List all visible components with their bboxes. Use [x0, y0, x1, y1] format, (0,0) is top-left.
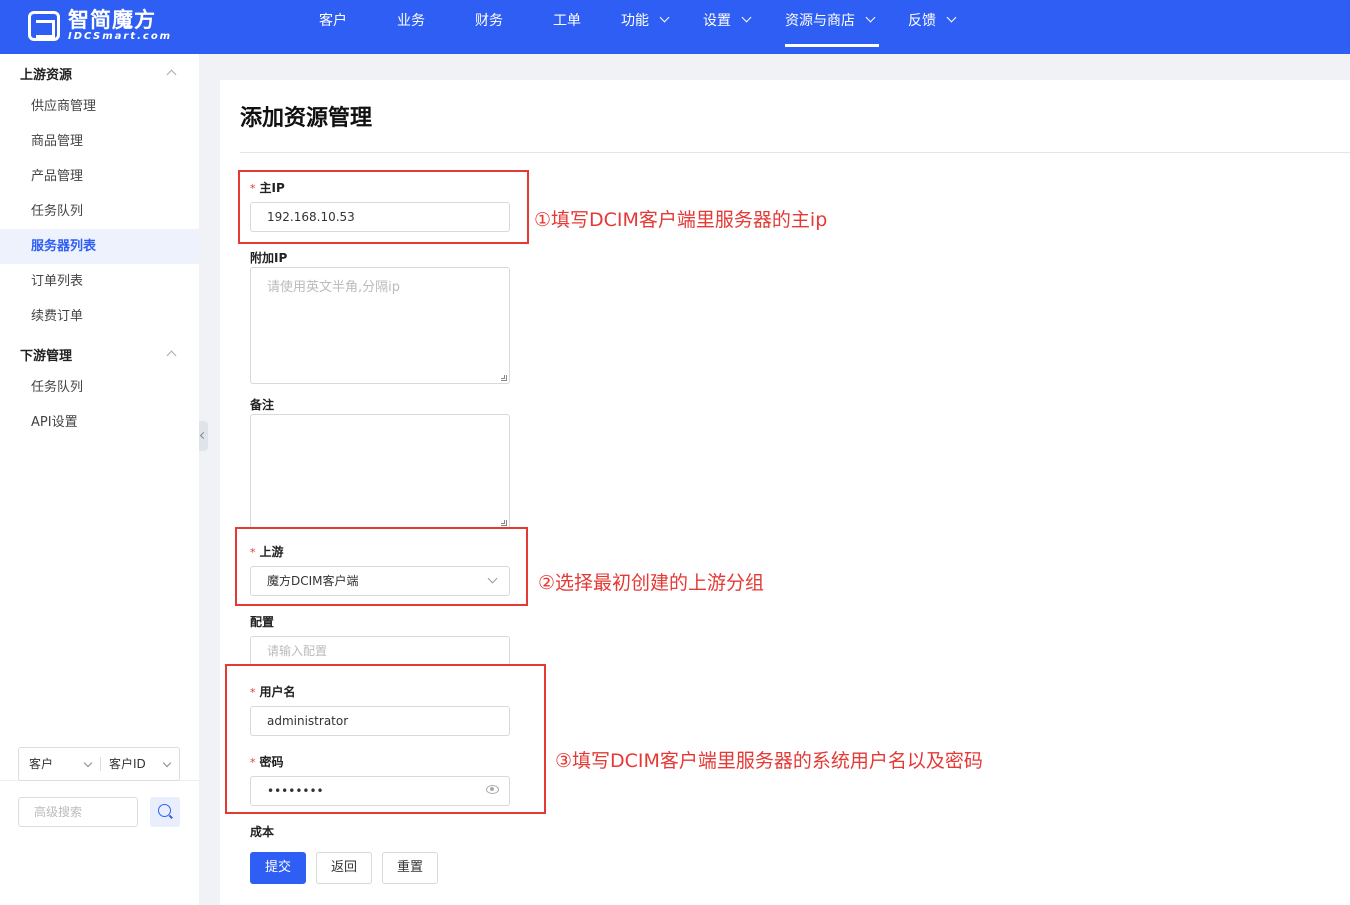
- annotation-note-3: ③填写DCIM客户端里服务器的系统用户名以及密码: [555, 750, 983, 772]
- nav-functions[interactable]: 功能: [621, 0, 670, 54]
- nav-settings[interactable]: 设置: [703, 0, 752, 54]
- sidebar-item-task-queue[interactable]: 任务队列: [0, 194, 199, 229]
- annotation-box-upstream: [235, 527, 528, 606]
- chevron-down-icon: [659, 12, 670, 23]
- resize-grip-icon[interactable]: [501, 375, 507, 381]
- nav-customers[interactable]: 客户: [319, 0, 347, 54]
- chevron-down-icon: [83, 758, 93, 768]
- chevron-up-icon[interactable]: [166, 350, 177, 361]
- sidebar-item-server-list[interactable]: 服务器列表: [0, 229, 199, 264]
- submit-button[interactable]: 提交: [250, 852, 306, 884]
- nav-business[interactable]: 业务: [397, 0, 425, 54]
- annotation-box-main-ip: [238, 170, 529, 244]
- logo-icon: [28, 11, 60, 41]
- config-input[interactable]: 请输入配置: [250, 636, 510, 666]
- sidebar-item-orders[interactable]: 订单列表: [0, 264, 199, 299]
- chevron-up-icon[interactable]: [166, 69, 177, 80]
- brand-name-en: IDCSmart.com: [68, 31, 173, 42]
- top-nav-bar: 智简魔方 IDCSmart.com 客户 业务 财务 工单 功能 设置 资源与商…: [0, 0, 1350, 54]
- sidebar-item-products[interactable]: 产品管理: [0, 159, 199, 194]
- search-field-value: 客户ID: [109, 757, 146, 771]
- chevron-down-icon: [865, 12, 876, 23]
- search-type-select[interactable]: 客户 客户ID: [18, 747, 180, 781]
- chevron-down-icon: [741, 12, 752, 23]
- brand-name-cn: 智简魔方: [68, 8, 156, 32]
- sidebar-item-downstream-task-queue[interactable]: 任务队列: [0, 370, 199, 405]
- nav-finance[interactable]: 财务: [475, 0, 503, 54]
- sidebar-item-suppliers[interactable]: 供应商管理: [0, 89, 199, 124]
- remark-textarea[interactable]: [250, 414, 510, 529]
- search-type-value: 客户: [29, 757, 54, 771]
- nav-tickets[interactable]: 工单: [553, 0, 581, 54]
- sidebar-collapse-handle[interactable]: [199, 421, 208, 451]
- sidebar-item-api-settings[interactable]: API设置: [0, 405, 199, 440]
- chevron-down-icon: [946, 12, 957, 23]
- divider: [240, 152, 1350, 153]
- back-button[interactable]: 返回: [316, 852, 372, 884]
- remark-label: 备注: [250, 398, 275, 412]
- annotation-box-credentials: [225, 664, 546, 814]
- search-button[interactable]: [150, 797, 180, 827]
- config-label: 配置: [250, 615, 275, 629]
- sidebar-group-downstream[interactable]: 下游管理: [20, 345, 72, 364]
- page-title: 添加资源管理: [240, 106, 373, 131]
- brand-logo[interactable]: 智简魔方 IDCSmart.com: [28, 9, 172, 43]
- sidebar-group-upstream[interactable]: 上游资源: [20, 64, 72, 83]
- advanced-search-input[interactable]: 高级搜索: [18, 797, 138, 827]
- annotation-note-2: ②选择最初创建的上游分组: [538, 572, 765, 594]
- annotation-note-1: ①填写DCIM客户端里服务器的主ip: [534, 209, 828, 231]
- nav-active-indicator: [785, 44, 879, 47]
- reset-button[interactable]: 重置: [382, 852, 438, 884]
- nav-feedback[interactable]: 反馈: [908, 0, 957, 54]
- resize-grip-icon[interactable]: [501, 520, 507, 526]
- extra-ip-label: 附加IP: [250, 251, 288, 265]
- sidebar-item-goods[interactable]: 商品管理: [0, 124, 199, 159]
- extra-ip-textarea[interactable]: 请使用英文半角,分隔ip: [250, 267, 510, 384]
- chevron-down-icon: [162, 758, 172, 768]
- cost-label: 成本: [250, 825, 275, 839]
- sidebar-item-renewals[interactable]: 续费订单: [0, 299, 199, 334]
